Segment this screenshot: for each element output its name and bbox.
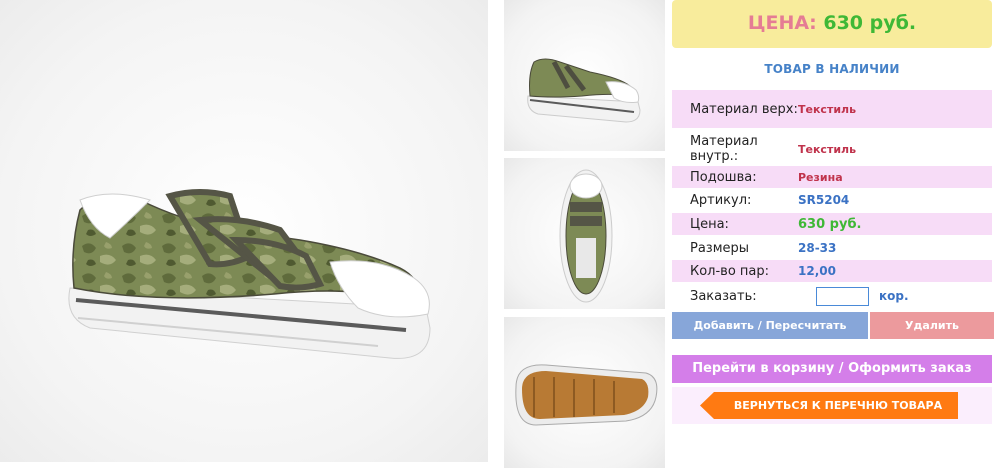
spec-row-sizes: Размеры 28-33 (672, 237, 992, 259)
spec-row-inner-material: Материал внутр.: Текстиль (672, 130, 992, 168)
spec-value: 630 руб. (798, 216, 862, 232)
thumbnail-side-view[interactable] (504, 0, 665, 151)
sneaker-thumbnail-top (559, 169, 613, 303)
price-label: ЦЕНА: (747, 12, 817, 34)
thumbnail-top-view[interactable] (504, 158, 665, 309)
spec-label: Материал верх: (690, 101, 798, 117)
back-to-list-button[interactable]: ВЕРНУТЬСЯ К ПЕРЕЧНЮ ТОВАРА (700, 392, 958, 419)
order-quantity-input[interactable] (816, 287, 869, 306)
order-unit: кор. (879, 289, 909, 303)
spec-value: SR5204 (798, 193, 850, 207)
spec-label: Кол-во пар: (690, 263, 770, 279)
spec-value: Текстиль (798, 102, 857, 116)
spec-value: Резина (798, 170, 843, 184)
spec-label: Артикул: (690, 192, 752, 208)
spec-value: 28-33 (798, 241, 837, 255)
order-label: Заказать: (690, 288, 757, 304)
spec-row-upper-material: Материал верх: Текстиль (672, 90, 992, 128)
spec-row-sole: Подошва: Резина (672, 166, 992, 188)
price-value: 630 руб. (823, 12, 917, 34)
sneaker-thumbnail-side (527, 58, 641, 123)
spec-row-price: Цена: 630 руб. (672, 213, 992, 235)
price-banner: ЦЕНА: 630 руб. (672, 0, 992, 48)
spec-row-pairs-count: Кол-во пар: 12,00 (672, 260, 992, 282)
go-to-cart-button[interactable]: Перейти в корзину / Оформить заказ (672, 355, 992, 383)
thumbnail-sole-view[interactable] (504, 317, 665, 468)
spec-value: 12,00 (798, 264, 836, 278)
sneaker-side-view-illustration (68, 189, 431, 359)
spec-value: Текстиль (798, 142, 857, 156)
spec-label: Материал внутр.: (690, 134, 758, 164)
delete-button[interactable]: Удалить (870, 312, 994, 339)
sneaker-thumbnail-sole (515, 364, 658, 426)
add-recalculate-button[interactable]: Добавить / Пересчитать (672, 312, 868, 339)
stock-status: ТОВАР В НАЛИЧИИ (764, 62, 900, 76)
spec-row-article: Артикул: SR5204 (672, 189, 992, 211)
spec-label: Цена: (690, 216, 729, 232)
spec-label: Размеры (690, 240, 750, 256)
spec-label: Подошва: (690, 169, 757, 185)
main-product-image (0, 0, 488, 462)
